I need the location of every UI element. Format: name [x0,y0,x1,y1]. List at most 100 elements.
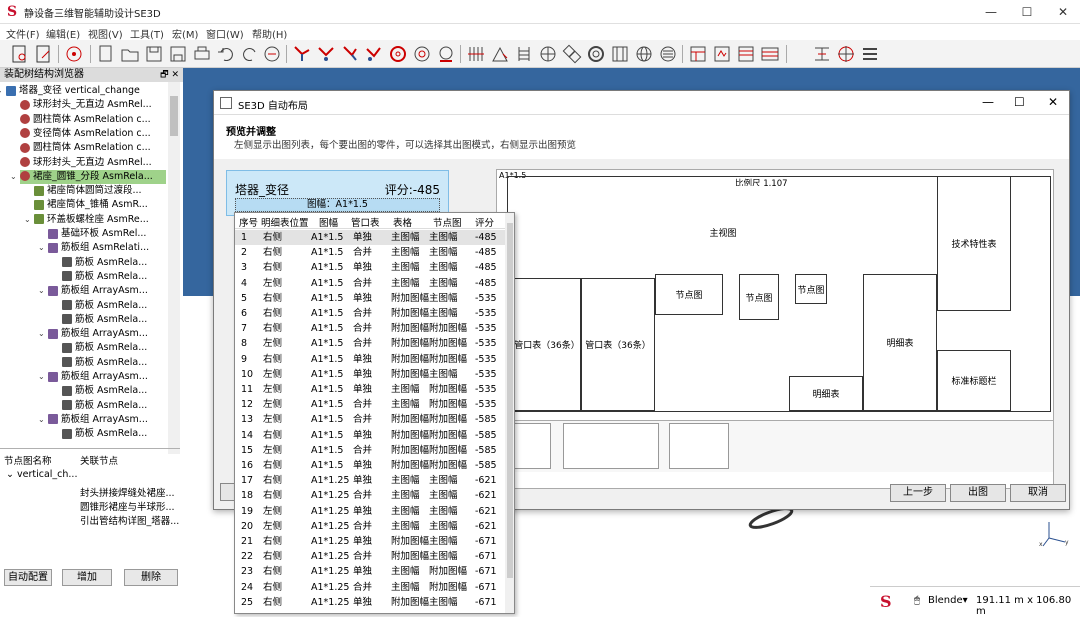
dialog-maximize-icon[interactable]: ☐ [1014,95,1025,109]
tree-item[interactable]: 筋板 AsmRela... [62,313,147,327]
ladder-icon[interactable] [514,44,534,64]
tree-item[interactable]: 筋板 AsmRela... [62,399,147,413]
tree-item[interactable]: ⌄ 塔器_变径 vertical_change [0,84,140,98]
table-row[interactable]: 11 左侧 A1*1.5 单独 主图幅 附加图幅 -535 [235,382,505,397]
table-row[interactable]: 25 右侧 A1*1.25 单独 附加图幅 主图幅 -671 [235,595,505,610]
table-row[interactable]: 4 左侧 A1*1.5 合并 主图幅 主图幅 -485 [235,276,505,291]
menu-tools[interactable]: 工具(T) [130,26,164,41]
delete-button[interactable]: 删除 [124,569,178,586]
table-icon[interactable] [760,44,780,64]
panel-pin-close-icon[interactable]: 🗗 ✕ [160,68,179,82]
tree-item[interactable]: ⌄ 筋板组 ArrayAsm... [38,284,148,298]
tree-item[interactable]: 筋板 AsmRela... [62,299,147,313]
expand-toggle-icon[interactable]: ⌄ [24,213,31,227]
table-row[interactable]: 9 右侧 A1*1.5 单独 附加图幅 附加图幅 -535 [235,352,505,367]
support-icon[interactable] [436,44,456,64]
tree-item[interactable]: 筋板 AsmRela... [62,356,147,370]
angle-icon[interactable] [490,44,510,64]
add-button[interactable]: 增加 [62,569,112,586]
tree-item[interactable]: ⌄ 筋板组 ArrayAsm... [38,327,148,341]
thumbnail-strip[interactable] [497,420,1053,472]
redo-icon[interactable] [240,44,260,64]
table-row[interactable]: 24 右侧 A1*1.25 合并 主图幅 附加图幅 -671 [235,580,505,595]
table-row[interactable]: 6 右侧 A1*1.5 合并 附加图幅 主图幅 -535 [235,306,505,321]
auto-config-button[interactable]: 自动配置 [4,569,52,586]
table-row[interactable]: 17 右侧 A1*1.25 单独 主图幅 主图幅 -621 [235,473,505,488]
save-as-icon[interactable] [168,44,188,64]
thumbnail-3[interactable] [669,423,729,469]
table-row[interactable]: 1 右侧 A1*1.5 单独 主图幅 主图幅 -485 [235,230,505,246]
menu-help[interactable]: 帮助(H) [252,26,287,41]
globe-icon[interactable] [634,44,654,64]
drawing-3-icon[interactable] [736,44,756,64]
tree-item[interactable]: 裙座筒体圆筒过渡段... [34,184,142,198]
tree-item[interactable]: ⌄ 筋板组 ArrayAsm... [38,413,148,427]
flange-icon[interactable] [388,44,408,64]
tree-item[interactable]: 圆柱筒体 AsmRelation c... [20,141,151,155]
table-row[interactable]: 12 左侧 A1*1.5 合并 主图幅 附加图幅 -535 [235,397,505,412]
tree-item[interactable]: 球形封头_无直边 AsmRel... [20,98,152,112]
section-icon[interactable] [812,44,832,64]
table-row[interactable]: 16 右侧 A1*1.5 单独 附加图幅 附加图幅 -585 [235,458,505,473]
tree-item[interactable]: ⌄ 筋板组 AsmRelati... [38,241,149,255]
table-row[interactable]: 15 左侧 A1*1.5 合并 附加图幅 附加图幅 -585 [235,443,505,458]
node-child-1[interactable]: 封头拼接焊缝处裙座... [80,485,175,499]
tree-item[interactable]: 球形封头_无直边 AsmRel... [20,156,152,170]
table-row[interactable]: 18 右侧 A1*1.25 合并 主图幅 主图幅 -621 [235,488,505,503]
open-folder-icon[interactable] [120,44,140,64]
save-icon[interactable] [144,44,164,64]
menu-edit[interactable]: 编辑(E) [46,26,80,41]
menu-view[interactable]: 视图(V) [88,26,123,41]
tree-item[interactable]: ⌄ 环盖板螺栓座 AsmRe... [24,213,149,227]
tree-item[interactable]: 筋板 AsmRela... [62,270,147,284]
node-child-3[interactable]: 引出管结构详图_塔器... [80,513,179,527]
node-root-item[interactable]: ⌄ vertical_ch... [6,469,77,480]
link-icon[interactable] [562,44,582,64]
expand-toggle-icon[interactable]: ⌄ [38,284,45,298]
menu-macro[interactable]: 宏(M) [172,26,198,41]
list-icon[interactable] [860,44,880,64]
measure-icon[interactable] [262,44,282,64]
tray-support-icon[interactable] [610,44,630,64]
maximize-icon[interactable]: ☐ [1012,2,1042,22]
report-icon[interactable] [10,44,30,64]
pipe-tool-3-icon[interactable] [340,44,360,64]
close-icon[interactable]: ✕ [1048,2,1078,22]
table-row[interactable]: 20 左侧 A1*1.25 合并 主图幅 主图幅 -621 [235,519,505,534]
node-child-2[interactable]: 圆锥形裙座与半球形... [80,499,175,513]
table-row[interactable]: 5 右侧 A1*1.5 单独 附加图幅 主图幅 -535 [235,291,505,306]
expand-toggle-icon[interactable]: ⌄ [0,84,3,98]
table-row[interactable]: 19 左侧 A1*1.25 单独 主图幅 主图幅 -621 [235,504,505,519]
prev-step-button[interactable]: 上一步 [890,484,946,502]
table-row[interactable]: 14 右侧 A1*1.5 单独 附加图幅 附加图幅 -585 [235,428,505,443]
tree-item[interactable]: 筋板 AsmRela... [62,384,147,398]
table-row[interactable]: 10 左侧 A1*1.5 单独 附加图幅 主图幅 -535 [235,367,505,382]
dialog-minimize-icon[interactable]: — [982,95,994,109]
tree-item[interactable]: 筋板 AsmRela... [62,427,147,441]
tree-item[interactable]: ⌄ 筋板组 ArrayAsm... [38,370,148,384]
tree-scrollbar[interactable] [168,82,180,454]
dropdown-scrollbar[interactable] [505,213,514,613]
pipe-tool-2-icon[interactable] [316,44,336,64]
table-row[interactable]: 3 右侧 A1*1.5 单独 主图幅 主图幅 -485 [235,260,505,275]
table-row[interactable]: 21 右侧 A1*1.25 单独 附加图幅 主图幅 -671 [235,534,505,549]
dialog-close-icon[interactable]: ✕ [1048,95,1058,109]
drawing-2-icon[interactable] [712,44,732,64]
print-icon[interactable] [192,44,212,64]
menu-file[interactable]: 文件(F) [6,26,40,41]
tree-item[interactable]: 变径筒体 AsmRelation c... [20,127,151,141]
sheet-size-dropdown[interactable]: 图幅：A1*1.5 [235,198,440,212]
cancel-button[interactable]: 取消 [1010,484,1066,502]
tree-item[interactable]: 裙座筒体_锥桶 AsmR... [34,198,148,212]
renderer-selector[interactable]: Blende▾ [928,595,968,606]
expand-toggle-icon[interactable]: ⌄ [38,327,45,341]
table-row[interactable]: 23 右侧 A1*1.25 单独 主图幅 附加图幅 -671 [235,564,505,579]
tree-item[interactable]: 圆柱筒体 AsmRelation c... [20,113,151,127]
table-row[interactable]: 13 左侧 A1*1.5 合并 附加图幅 附加图幅 -585 [235,412,505,427]
skirt-icon[interactable] [538,44,558,64]
table-row[interactable]: 8 左侧 A1*1.5 合并 附加图幅 附加图幅 -535 [235,336,505,351]
expand-toggle-icon[interactable]: ⌄ [10,170,17,184]
tree-item[interactable]: ⌄ 裙座_圆锥_分段 AsmRela... [10,169,166,184]
part-card[interactable]: 塔器_变径 评分:-485 图幅：A1*1.5 [226,170,449,216]
demister-icon[interactable] [658,44,678,64]
